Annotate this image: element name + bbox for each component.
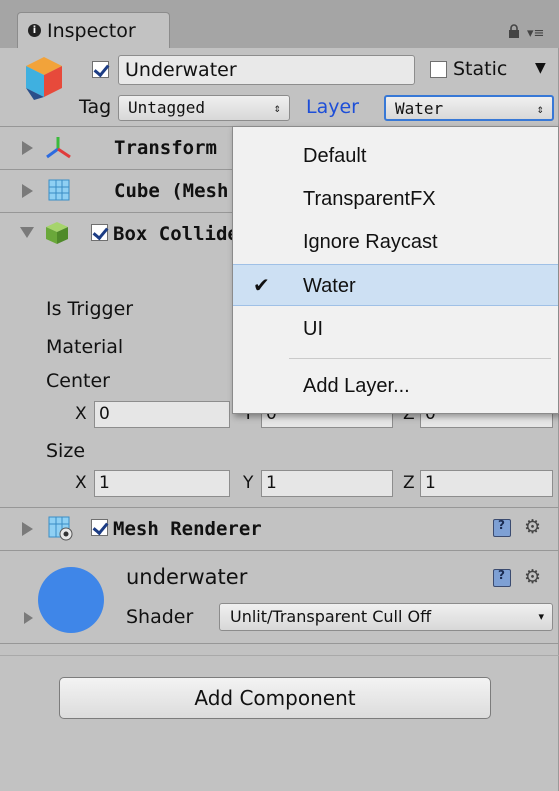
- layer-value: Water: [395, 99, 444, 118]
- context-menu-icon[interactable]: ▾≡: [527, 26, 544, 41]
- center-x-field[interactable]: 0: [94, 401, 230, 428]
- shader-label: Shader: [126, 606, 194, 628]
- center-x-label: X: [75, 404, 87, 424]
- menu-item-ignore-raycast[interactable]: Ignore Raycast: [233, 221, 558, 263]
- material-label: Material: [46, 336, 124, 358]
- menu-item-transparentfx[interactable]: TransparentFX: [233, 178, 558, 220]
- component-mesh-renderer[interactable]: Mesh Renderer ⚙: [0, 508, 559, 550]
- dropdown-arrow-icon: ▾: [538, 610, 544, 623]
- size-y-label: Y: [243, 473, 254, 493]
- gear-icon[interactable]: ⚙: [524, 516, 541, 538]
- material-name: underwater: [126, 565, 248, 589]
- size-x-field[interactable]: 1: [94, 470, 230, 497]
- tag-dropdown[interactable]: Untagged ⇕: [118, 95, 290, 121]
- layer-dropdown[interactable]: Water ⇕: [384, 95, 554, 121]
- tag-value: Untagged: [128, 98, 206, 117]
- shader-dropdown[interactable]: Unlit/Transparent Cull Off ▾: [219, 603, 553, 631]
- layer-label: Layer: [306, 96, 359, 118]
- help-icon[interactable]: [493, 568, 511, 587]
- material-foldout-icon[interactable]: [24, 612, 33, 624]
- component-title: Box Collider: [113, 223, 251, 245]
- mesh-grid-icon: [48, 179, 70, 201]
- box-collider-icon: [46, 222, 68, 244]
- mesh-renderer-icon: [48, 516, 73, 541]
- info-icon: i: [28, 24, 41, 37]
- menu-item-water[interactable]: ✔ Water: [233, 264, 558, 306]
- static-checkbox[interactable]: [430, 61, 447, 78]
- object-name-field[interactable]: Underwater: [118, 55, 415, 85]
- gameobject-cube-icon: [26, 57, 62, 100]
- lock-icon[interactable]: [508, 24, 520, 38]
- foldout-arrow-icon[interactable]: [22, 522, 33, 536]
- transform-icon: [46, 137, 71, 159]
- shader-value: Unlit/Transparent Cull Off: [230, 607, 432, 626]
- divider: [0, 550, 559, 551]
- tab-label: Inspector: [47, 19, 136, 42]
- size-z-field[interactable]: 1: [420, 470, 553, 497]
- component-title: Transform: [114, 137, 217, 159]
- menu-item-ui[interactable]: UI: [233, 308, 558, 350]
- component-title: Mesh Renderer: [113, 518, 262, 540]
- size-label: Size: [46, 440, 86, 462]
- size-y-field[interactable]: 1: [261, 470, 393, 497]
- tab-strip: i Inspector ▾≡: [0, 0, 559, 48]
- tab-inspector[interactable]: i Inspector: [17, 12, 170, 48]
- tag-label: Tag: [79, 96, 112, 118]
- menu-item-add-layer[interactable]: Add Layer...: [233, 365, 558, 407]
- material-preview: [38, 567, 104, 633]
- gear-icon[interactable]: ⚙: [524, 566, 541, 588]
- active-checkbox[interactable]: [92, 61, 109, 78]
- static-label: Static: [453, 58, 508, 80]
- divider: [0, 643, 559, 644]
- menu-item-label: Water: [303, 275, 356, 297]
- size-z-label: Z: [403, 473, 415, 493]
- check-icon: ✔: [253, 275, 270, 297]
- divider: [0, 655, 559, 656]
- help-icon[interactable]: [493, 518, 511, 537]
- add-component-button[interactable]: Add Component: [59, 677, 491, 719]
- foldout-arrow-icon[interactable]: [22, 184, 33, 198]
- menu-item-default[interactable]: Default: [233, 135, 558, 177]
- foldout-arrow-icon[interactable]: [20, 227, 34, 238]
- foldout-arrow-icon[interactable]: [22, 141, 33, 155]
- static-dropdown-icon[interactable]: ▼: [535, 60, 546, 76]
- size-x-label: X: [75, 473, 87, 493]
- dropdown-arrows-icon: ⇕: [273, 101, 281, 115]
- is-trigger-label: Is Trigger: [46, 298, 134, 320]
- layer-popup-menu: Default TransparentFX Ignore Raycast ✔ W…: [232, 126, 559, 414]
- menu-separator: [289, 358, 551, 359]
- box-collider-enabled-checkbox[interactable]: [91, 224, 108, 241]
- dropdown-arrows-icon: ⇕: [536, 102, 544, 116]
- mesh-renderer-enabled-checkbox[interactable]: [91, 519, 108, 536]
- center-label: Center: [46, 370, 110, 392]
